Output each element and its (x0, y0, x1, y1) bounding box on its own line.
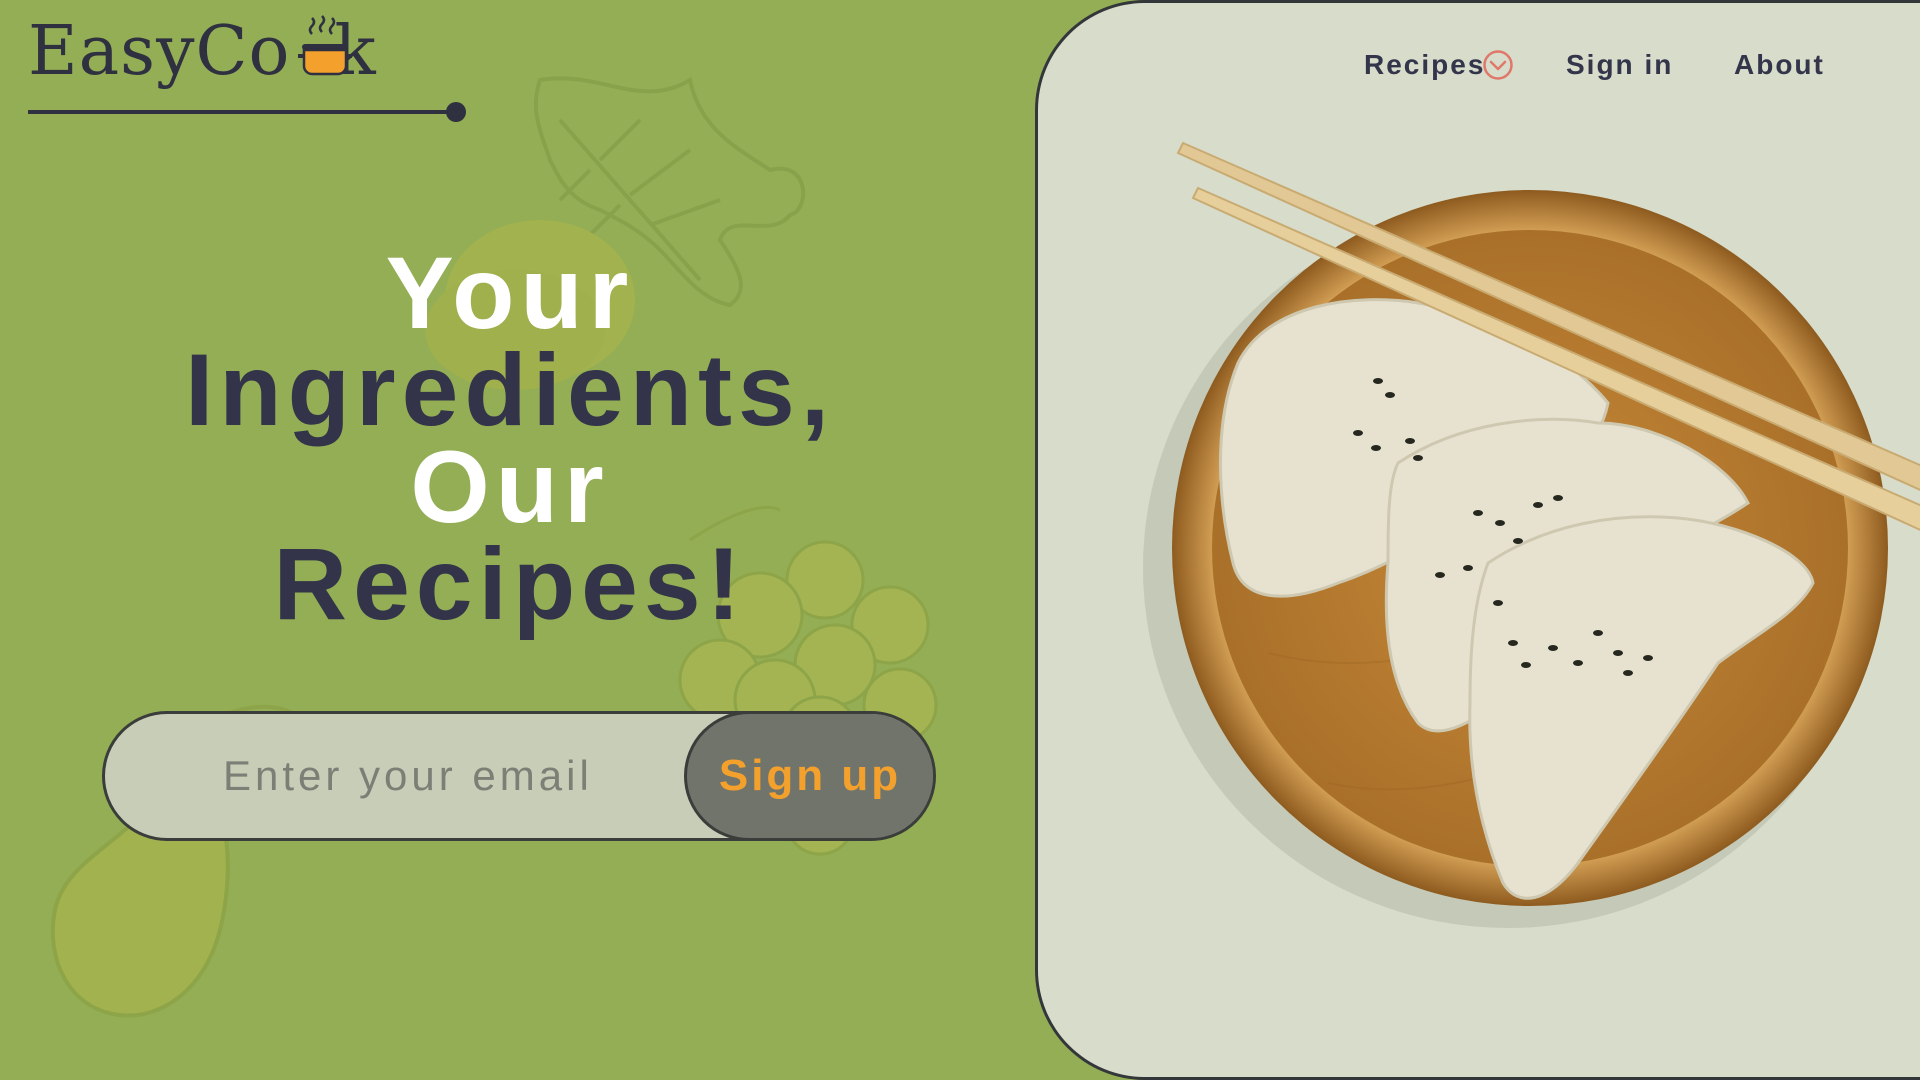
hero-heading: Your Ingredients, Our Recipes! (100, 236, 920, 641)
hero-line-4: Recipes! (273, 527, 747, 641)
chevron-down-icon[interactable] (1482, 49, 1514, 81)
nav-about[interactable]: About (1734, 45, 1825, 85)
hero-line-3: Our (410, 430, 610, 544)
hero-image-panel: Recipes Sign in About (1035, 0, 1920, 1080)
logo-dot (446, 102, 466, 122)
nav-recipes[interactable]: Recipes (1364, 45, 1485, 85)
signup-form: Sign up (102, 711, 936, 841)
hero-line-2: Ingredients, (184, 333, 836, 447)
dumplings-photo (1143, 141, 1920, 928)
hero-line-1: Your (385, 236, 635, 350)
brand-logo[interactable]: EasyCo k (28, 14, 468, 122)
logo-underline (28, 110, 458, 114)
nav-sign-in[interactable]: Sign in (1566, 45, 1673, 85)
pot-logo-icon (298, 15, 352, 76)
email-input[interactable] (105, 714, 685, 838)
top-navigation: Recipes Sign in About (1038, 45, 1920, 85)
signup-button[interactable]: Sign up (684, 714, 933, 838)
